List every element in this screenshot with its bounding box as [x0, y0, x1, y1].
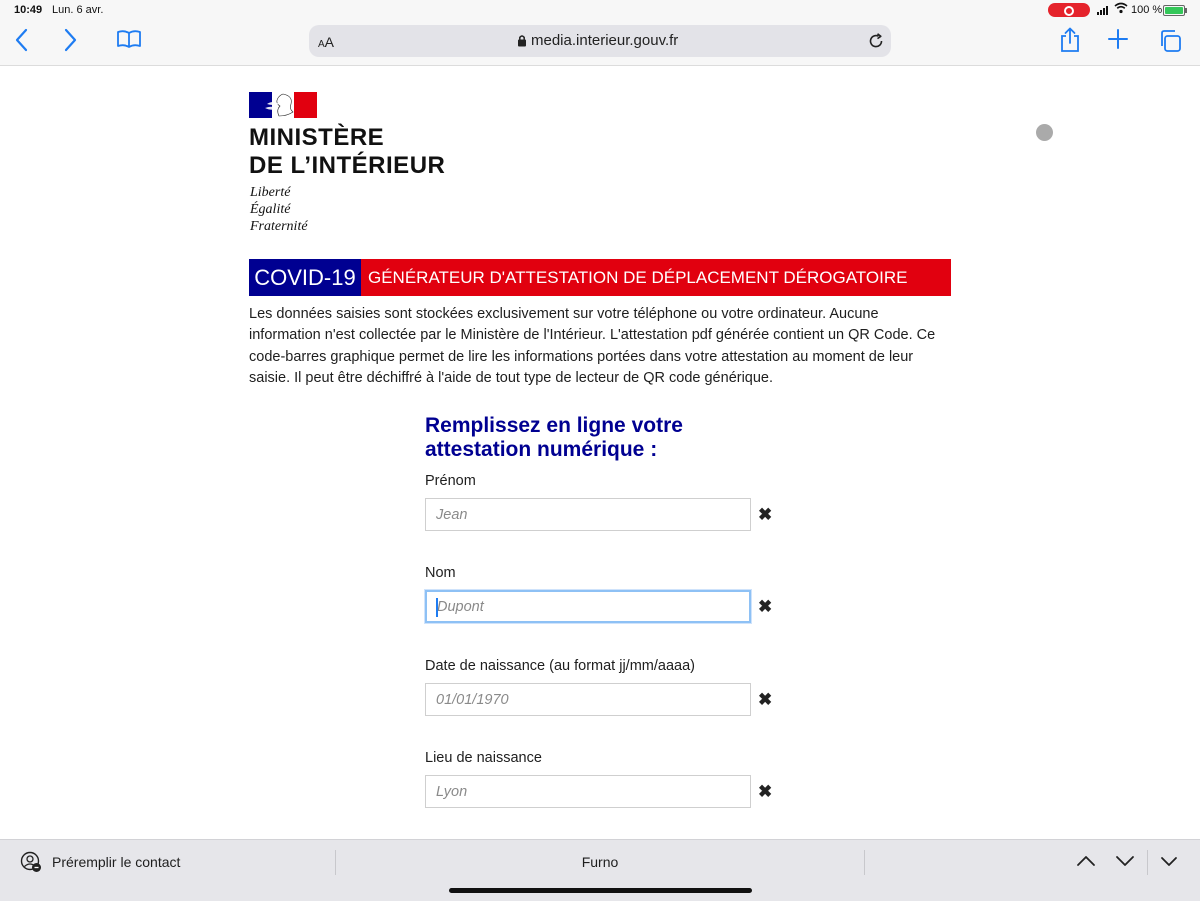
title-banner: COVID-19 GÉNÉRATEUR D'ATTESTATION DE DÉP… [249, 259, 951, 296]
reload-icon[interactable] [867, 32, 885, 50]
back-icon[interactable] [14, 28, 28, 56]
republic-motto: Liberté Égalité Fraternité [250, 184, 308, 235]
aa-label: A [324, 34, 335, 50]
covid-label: COVID-19 [249, 259, 361, 296]
lastname-input[interactable] [425, 590, 751, 623]
dismiss-keyboard-icon[interactable] [1158, 850, 1180, 872]
home-indicator[interactable] [449, 888, 752, 893]
screen-recording-icon[interactable] [1048, 3, 1090, 17]
clear-lastname-icon[interactable]: ✖ [758, 597, 772, 617]
reader-options-button[interactable]: AA [318, 34, 334, 50]
firstname-input[interactable] [425, 498, 751, 531]
battery-icon [1163, 5, 1187, 16]
birthdate-label: Date de naissance (au format jj/mm/aaaa) [425, 658, 695, 674]
lastname-label: Nom [425, 565, 456, 581]
banner-title: GÉNÉRATEUR D'ATTESTATION DE DÉPLACEMENT … [368, 268, 908, 287]
birthplace-label: Lieu de naissance [425, 750, 542, 766]
url-text[interactable]: media.interieur.gouv.fr [531, 32, 678, 49]
next-field-icon[interactable] [1114, 850, 1136, 872]
ministry-name-line2: DE L’INTÉRIEUR [249, 152, 446, 179]
contact-autofill-icon[interactable] [20, 851, 42, 873]
floating-touch-indicator [1036, 124, 1053, 141]
ministry-name-line1: MINISTÈRE [249, 124, 385, 151]
separator [864, 850, 865, 875]
share-icon[interactable] [1058, 27, 1082, 53]
browser-toolbar: AA media.interieur.gouv.fr [0, 20, 1200, 66]
text-cursor [436, 598, 438, 617]
birthdate-input[interactable] [425, 683, 751, 716]
new-tab-icon[interactable] [1107, 24, 1129, 56]
marianne-logo [249, 92, 317, 118]
form-title-line1: Remplissez en ligne votre [425, 414, 683, 437]
firstname-label: Prénom [425, 473, 476, 489]
birthplace-input[interactable] [425, 775, 751, 808]
clear-birthdate-icon[interactable]: ✖ [758, 690, 772, 710]
lock-icon [517, 34, 527, 52]
privacy-notice: Les données saisies sont stockées exclus… [249, 306, 936, 386]
motto-egalite: Égalité [250, 202, 291, 217]
clear-firstname-icon[interactable]: ✖ [758, 505, 772, 525]
ministry-name: MINISTÈRE DE L’INTÉRIEUR [249, 124, 445, 180]
previous-field-icon[interactable] [1075, 850, 1097, 872]
address-bar[interactable]: AA media.interieur.gouv.fr [309, 25, 891, 57]
motto-liberte: Liberté [250, 185, 291, 200]
clear-birthplace-icon[interactable]: ✖ [758, 782, 772, 802]
form-title: Remplissez en ligne votre attestation nu… [425, 414, 745, 462]
form-title-line2: attestation numérique : [425, 438, 658, 461]
battery-percentage: 100 % [1131, 4, 1163, 16]
status-date: Lun. 6 avr. [52, 4, 104, 16]
status-time: 10:49 [14, 4, 43, 16]
signal-icon [1097, 6, 1111, 15]
forward-icon[interactable] [64, 28, 78, 56]
motto-fraternite: Fraternité [250, 219, 308, 234]
autocomplete-suggestion[interactable]: Furno [540, 854, 660, 870]
status-bar: 10:49 Lun. 6 avr. 100 % [0, 0, 1200, 20]
wifi-icon [1114, 2, 1128, 17]
separator [1147, 850, 1148, 875]
prefill-contact-button[interactable]: Préremplir le contact [52, 854, 180, 870]
separator [335, 850, 336, 875]
tabs-overview-icon[interactable] [1158, 29, 1182, 53]
bookmarks-icon[interactable] [117, 30, 141, 48]
